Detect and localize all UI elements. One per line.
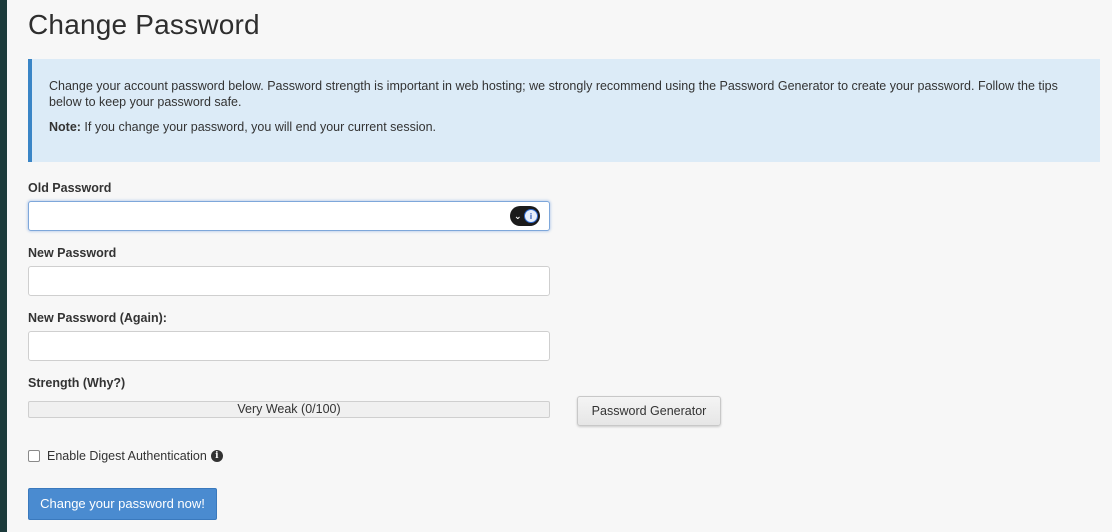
password-generator-button[interactable]: Password Generator [577, 396, 721, 426]
digest-auth-checkbox[interactable] [28, 450, 40, 462]
info-note: Note: If you change your password, you w… [49, 119, 1082, 135]
strength-meter: Very Weak (0/100) [28, 401, 550, 418]
change-password-button[interactable]: Change your password now! [28, 488, 217, 520]
old-password-input[interactable] [28, 201, 550, 231]
info-icon[interactable]: i [210, 450, 223, 462]
strength-label: Strength (Why?) [28, 376, 126, 390]
info-text: Change your account password below. Pass… [49, 79, 1058, 109]
strength-meter-text: Very Weak (0/100) [237, 402, 341, 416]
info-callout: Change your account password below. Pass… [28, 59, 1100, 162]
password-manager-icon[interactable]: ⌄ i [510, 206, 540, 226]
digest-auth-row: Enable Digest Authentication i [28, 449, 223, 463]
note-label: Note: [49, 120, 81, 134]
new-password-label: New Password [28, 246, 117, 260]
old-password-label: Old Password [28, 181, 112, 195]
page-title: Change Password [28, 9, 260, 40]
new-password-again-input[interactable] [28, 331, 550, 361]
sidebar-edge [0, 0, 7, 532]
note-text: If you change your password, you will en… [80, 120, 436, 134]
new-password-input[interactable] [28, 266, 550, 296]
new-password-again-label: New Password (Again): [28, 311, 167, 325]
digest-auth-label[interactable]: Enable Digest Authentication [47, 449, 207, 463]
chevron-down-icon: ⌄ [514, 210, 522, 221]
password-manager-logo-icon: i [524, 209, 538, 223]
